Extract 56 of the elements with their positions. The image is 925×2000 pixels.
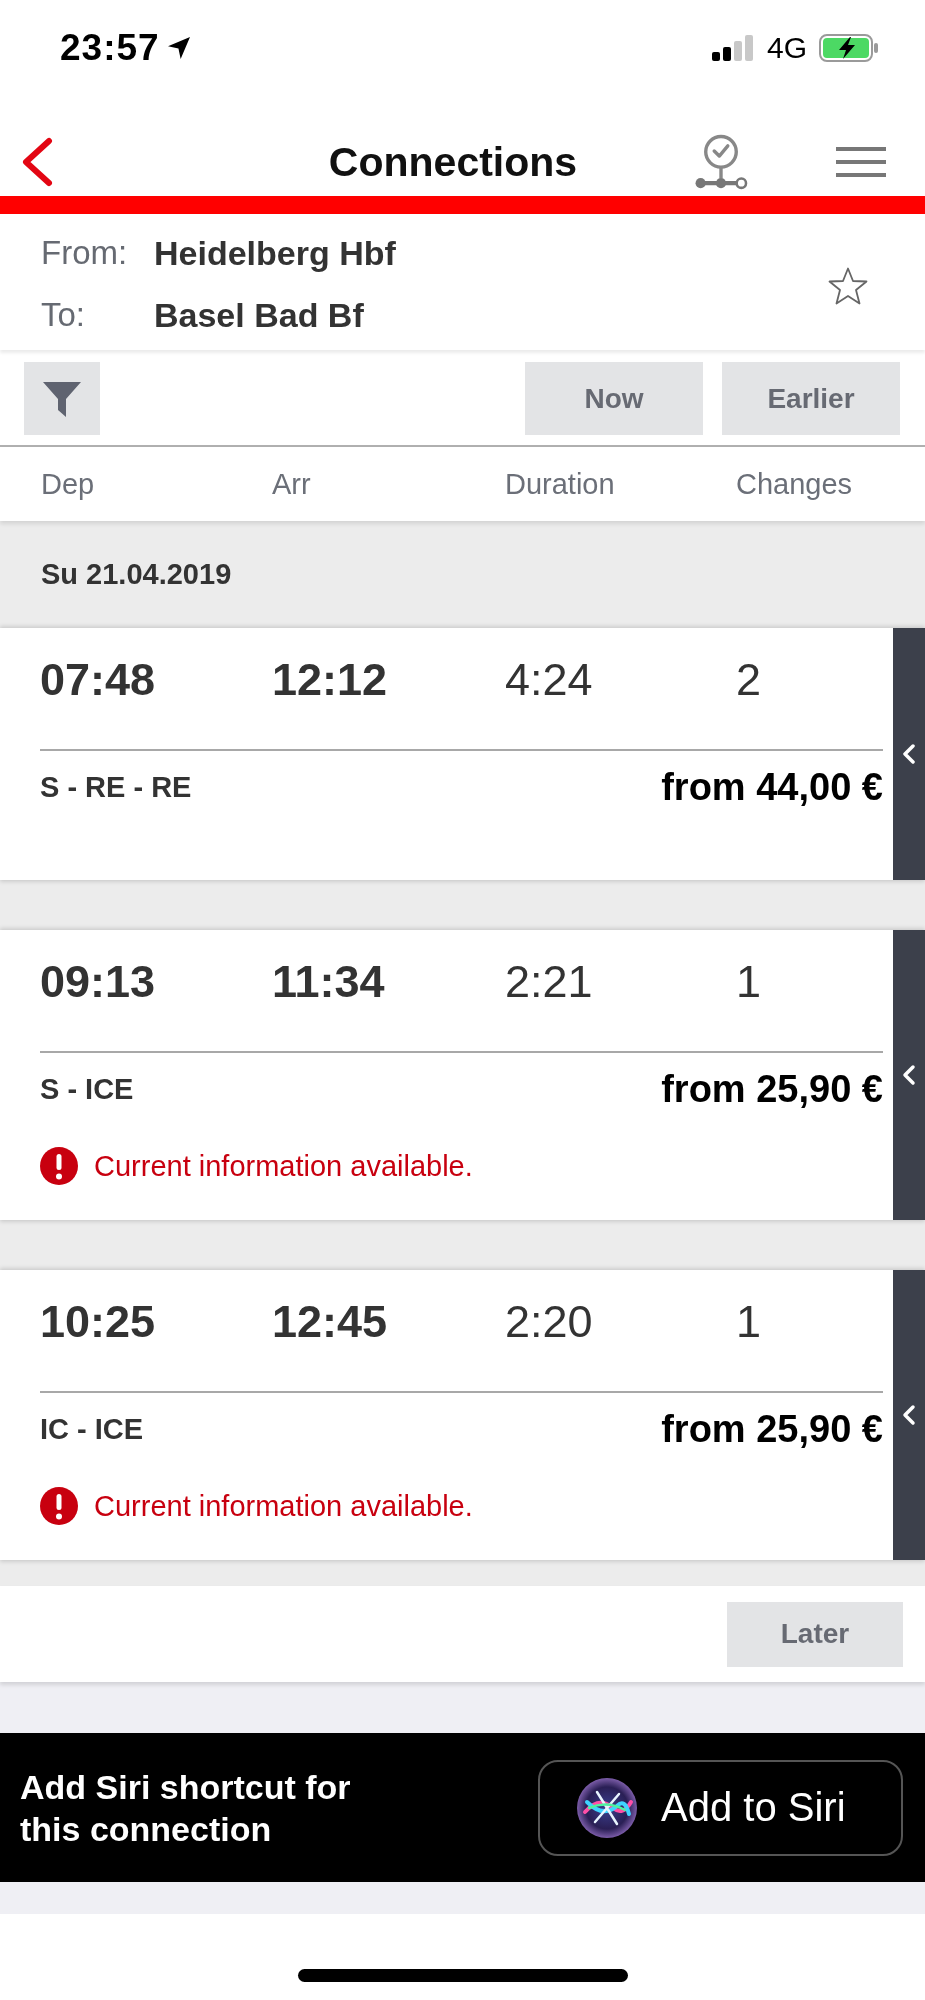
connection-card[interactable]: 07:48 12:12 4:24 2 S - RE - RE from 44,00 € [0,628,925,880]
column-header: Arr [272,467,312,501]
column-header: Changes [736,467,854,501]
price: from 25,90 € [661,1067,883,1111]
status-time: 23:57 [60,27,160,69]
expand-handle[interactable] [893,628,925,880]
to-station: Basel Bad Bf [154,295,364,335]
network-type: 4G [766,31,807,65]
date-header: Su 21.04.2019 [40,557,233,592]
connection-card[interactable]: 09:13 11:34 2:21 1 S - ICE from 25,90 € Current information available. [0,930,925,1220]
duration: 2:21 [505,956,594,1008]
price: from 44,00 € [661,765,883,809]
time-shift-button[interactable]: Earlier [722,362,900,435]
add-to-siri-button[interactable]: Add to Siri [538,1759,903,1856]
train-products: IC - ICE [40,1412,144,1446]
alert-icon [40,1487,78,1525]
connection-card[interactable]: 10:25 12:45 2:20 1 IC - ICE from 25,90 € Current information available. [0,1270,925,1560]
departure-time: 09:13 [40,956,157,1008]
orb-icon [577,1777,637,1838]
column-header: Duration [505,467,616,501]
menu-icon[interactable] [836,147,886,177]
battery-charging-icon [819,34,879,62]
train-products: S - ICE [40,1072,134,1106]
arrival-time: 11:34 [272,956,386,1008]
duration: 4:24 [505,654,594,706]
notice-text: Current information available. [94,1149,473,1183]
location-arrow-icon [167,37,190,59]
signal-icon [711,35,755,61]
departure-time: 10:25 [40,1296,157,1348]
alert-icon [40,1147,78,1185]
changes-count: 2 [736,654,763,706]
screen-title: Connections [328,138,578,187]
expand-handle[interactable] [893,1270,925,1560]
favorite-star-icon[interactable] [828,267,868,305]
changes-count: 1 [736,956,763,1008]
chevron-icon [902,1064,916,1086]
changes-count: 1 [736,1296,763,1348]
train-products: S - RE - RE [40,770,192,804]
departure-time: 07:48 [40,654,157,706]
expand-handle[interactable] [893,930,925,1220]
arrival-time: 12:12 [272,654,389,706]
from-station: Heidelberg Hbf [154,233,396,273]
time-shift-button[interactable]: Now [525,362,703,435]
from-label: From: [41,234,129,272]
filter-button[interactable] [24,362,100,435]
notice-text: Current information available. [94,1489,473,1523]
chevron-icon [902,743,916,765]
duration: 2:20 [505,1296,594,1348]
chevron-icon [902,1404,916,1426]
column-header: Dep [41,467,96,501]
price: from 25,90 € [661,1407,883,1451]
later-button[interactable]: Later [727,1601,903,1667]
arrival-time: 12:45 [272,1296,389,1348]
to-label: To: [41,296,87,334]
shortcut-text: Add Siri shortcut for this connection [20,1766,352,1850]
back-icon[interactable] [20,137,54,187]
